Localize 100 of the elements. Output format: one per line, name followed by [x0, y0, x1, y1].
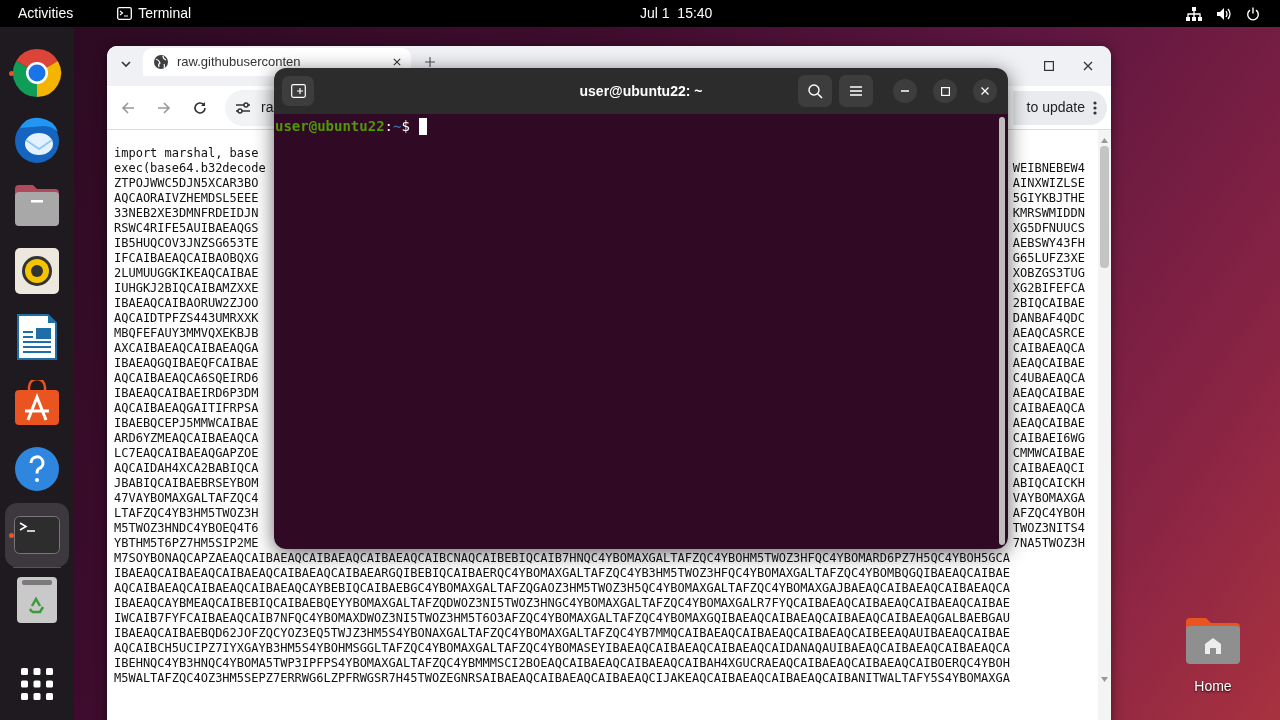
code-text: AQCAIBAEAQGAITIFRPSA	[114, 401, 259, 416]
address-text: ra	[261, 98, 274, 117]
code-text: G65LUFZ3XE	[1012, 251, 1086, 266]
code-text: AQCAORAIVZHEMDSL5EEE	[114, 191, 259, 206]
code-text: DANBAF4QDC	[1012, 311, 1086, 326]
code-text: CMMWCAIBAE	[1012, 446, 1086, 461]
code-text: KMRSWMIDDN	[1012, 206, 1086, 221]
code-text: LC7EAQCAIBAEAQGAPZOE	[114, 446, 259, 461]
code-text: IBAEAQCAIBAEIRD6P3DM	[114, 386, 259, 401]
terminal-icon	[117, 7, 133, 20]
code-text: IBAEAQCAIBAEAQCAIBAEAQCAIBAEAQCAIBAEARGQIBEBIQCAIBAERQC4YBOMAXGALTAFZQC4YB3HM5TWOZ3HFQC4YBOMAXGALTAFZQC4YBOMBQGQIBAEAQCAIBAE	[114, 566, 1010, 581]
code-text: IBAEAQCAIBAEBQD62JOFZQCYOZ3EQ5TWJZ3HM5S4YBONAXGALTAFZQC4YBOMAXGALTAFZQC4YB7MMQCAIBAEAQCAIBAEAQCAIBAEAQCAIBEEAQAUIBAEAQCAIBAE	[114, 626, 1010, 641]
code-text: CAIBAEAQCA	[1012, 341, 1086, 356]
tune-icon[interactable]	[235, 100, 251, 115]
code-text: IBAEBQCEPJ5MMWCAIBAE	[114, 416, 259, 431]
desktop-icon[interactable]: Home	[1176, 614, 1250, 697]
chevron-down-icon[interactable]	[121, 61, 131, 68]
prompt-separator: :	[384, 117, 393, 135]
app-grid-icon	[21, 668, 53, 700]
new-tab-button[interactable]	[282, 76, 314, 106]
reload-icon[interactable]	[193, 100, 207, 115]
window-title: user@ubuntu22: ~	[579, 81, 703, 101]
prompt-user: user@ubuntu22	[275, 117, 385, 135]
code-text: IBAEAQCAIBAORUW2ZJOO	[114, 296, 259, 311]
code-text: AXCAIBAEAQCAIBAEAQGA	[114, 341, 259, 356]
code-text: TWOZ3NITS4	[1012, 521, 1086, 536]
code-text: IBAEAQCAYBMEAQCAIBEBIQCAIBAEBQEYYBOMAXGALTAFZQDWOZ3NI5TWOZ3HNGC4YBOMAXGALTAFZQC4YBOMAXGALR7FYQCAIBAEAQCAIBAEAQCAIBAEAQCAIBAE	[114, 596, 1010, 611]
document-icon	[17, 314, 57, 360]
help-icon	[14, 446, 60, 492]
code-text: LTAFZQC4YB3HM5TWOZ3H	[114, 506, 259, 521]
more-icon[interactable]	[1093, 100, 1097, 115]
code-text: 33NEB2XE3DMNFRDEIDJN	[114, 206, 259, 221]
maximize-button[interactable]	[933, 79, 957, 103]
scroll-up-icon[interactable]	[1101, 138, 1108, 143]
code-text: M5WALTAFZQC4OZ3HM5SEPZ7ERRWG6LZPFRWGSR7H45TWOZEGNRSAIBAEAQCAIBAEAQCAIBAEAQCIJAKEAQCAIBAEAQCAIBAEAQCAIBANITWALTAFY5S4YBOMAXGA	[114, 671, 1010, 686]
code-text: exec(base64.b32decode	[114, 161, 266, 176]
code-text: M5TWOZ3HNDC4YBOEQ4T6	[114, 521, 259, 536]
code-text: IWCAIB7FYFCAIBAEAQCAIB7NFQC4YBOMAXDWOZ3NI5TWOZ3HM5T6O3AFZQC4YBOMAXGALTAFZQC4YBOMAXGQIBAEAQCAIBAEAQCAIBAEAQCAIBAEAQGALBAEBGAU	[114, 611, 1010, 626]
globe-icon	[153, 54, 169, 70]
update-button[interactable]: to update	[1013, 90, 1107, 125]
code-text: AEAQCAIBAE	[1012, 356, 1086, 371]
scrollbar-thumb[interactable]	[999, 117, 1005, 545]
folder-icon	[13, 183, 61, 227]
code-text: CAIBAEAQCA	[1012, 401, 1086, 416]
back-icon[interactable]	[121, 100, 135, 115]
code-text: 2BIQCAIBAE	[1012, 296, 1086, 311]
code-text: WEIBNEBEW4	[1012, 161, 1086, 176]
forward-icon[interactable]	[157, 100, 171, 115]
trash-icon	[16, 576, 58, 624]
code-text: 2LUMUUGGKIKEAQCAIBAE	[114, 266, 259, 281]
volume-icon[interactable]	[1216, 6, 1232, 21]
network-icon[interactable]	[1186, 6, 1202, 21]
terminal-icon	[14, 516, 60, 554]
search-button[interactable]	[798, 75, 832, 107]
code-text: IBEHNQC4YB3HNQC4YBOMA5TWP3IPFPS4YBOMAXGALTAFZQC4YBMMMSCI2BOEAQCAIBAEAQCAIBAEAQCAIBAH4XGUCRAEAQCAIBAEAQCAIBAEAQCAIBOERQC4YBOH	[114, 656, 1010, 671]
menu-icon	[850, 86, 862, 96]
new-tab-icon[interactable]	[425, 57, 435, 67]
power-icon[interactable]	[1246, 6, 1260, 21]
code-text: 47VAYBOMAXGALTAFZQC4	[114, 491, 259, 506]
close-icon	[981, 87, 989, 95]
scroll-down-icon[interactable]	[1101, 677, 1108, 682]
close-icon[interactable]	[1083, 61, 1093, 71]
code-text: AEBSWY43FH	[1012, 236, 1086, 251]
app-menu[interactable]: Terminal	[117, 3, 192, 24]
menu-button[interactable]	[839, 75, 873, 107]
speaker-icon	[15, 248, 59, 294]
code-text: XG5DFNUUCS	[1012, 221, 1086, 236]
code-text: RSWC4RIFE5AUIBAEAQGS	[114, 221, 259, 236]
search-icon	[807, 83, 823, 99]
clock[interactable]: Jul 1 15:40	[640, 3, 713, 24]
code-text: AQCAIDTPFZS443UMRXXK	[114, 311, 259, 326]
code-text: CAIBAEI6WG	[1012, 431, 1086, 446]
code-text: AQCAIBCH5UCIPZ7IYXGAYB3HM5S4YBOHMSGGLTAFZQC4YBOMAXGALTAFZQC4YBOMASEYIBAEAQCAIBAEAQCAIBAEAQCAIDANAQAUIBAEAQCAIBAEAQCAIBAEAQCA	[114, 641, 1010, 656]
prompt-symbol: $	[401, 117, 410, 135]
code-text: C4UBAEAQCA	[1012, 371, 1086, 386]
code-text: AINXWIZLSE	[1012, 176, 1086, 191]
minimize-button[interactable]	[893, 79, 917, 103]
close-icon[interactable]	[393, 58, 401, 66]
scrollbar-thumb[interactable]	[1100, 146, 1109, 268]
code-text: AEAQCAIBAE	[1012, 386, 1086, 401]
shopping-bag-icon	[14, 380, 60, 426]
tab-title: raw.githubuserconten	[177, 56, 302, 68]
icon-label: Home	[1194, 677, 1232, 696]
app-name: Terminal	[138, 4, 192, 23]
code-text: ABIQCAICKH	[1012, 476, 1086, 491]
maximize-icon[interactable]	[1044, 61, 1054, 71]
close-button[interactable]	[973, 79, 997, 103]
new-tab-icon	[290, 84, 306, 98]
browser-icon	[12, 48, 62, 98]
activities-button[interactable]: Activities	[18, 3, 74, 24]
code-text: XOBZGS3TUG	[1012, 266, 1086, 281]
scrollbar[interactable]	[1098, 130, 1111, 720]
code-text: M7SOYBONAQCAPZAEAQCAIBAEAQCAIBAEAQCAIBAEAQCAIBCNAQCAIBEBIQCAIB7HNQC4YBOMAXGALTAFZQC4YBOHM5TWOZ3HFQC4YBOMARD6PZ7H5QC4YBOH5GCA	[114, 551, 1010, 566]
code-text: YBTHM5T6PZ7HM5SIP2ME	[114, 536, 259, 551]
terminal-body[interactable]: user@ubuntu22:~$	[274, 114, 1008, 549]
cursor	[418, 117, 427, 135]
code-text: IBAEAQGQIBAEQFCAIBAE	[114, 356, 259, 371]
code-text: AQCAIBAEAQCAIBAEAQCAIBAEAQCAYBEBIQCAIBAEBGC4YBOMAXGALTAFZQGAOZ3HM5TWOZ3H5QC4YBOMAXGALTAFZQC4YBOMAXGAJBAEAQCAIBAEAQCAIBAEAQCA	[114, 581, 1010, 596]
update-label: to update	[1026, 98, 1085, 117]
code-text: AEAQCAIBAE	[1012, 416, 1086, 431]
